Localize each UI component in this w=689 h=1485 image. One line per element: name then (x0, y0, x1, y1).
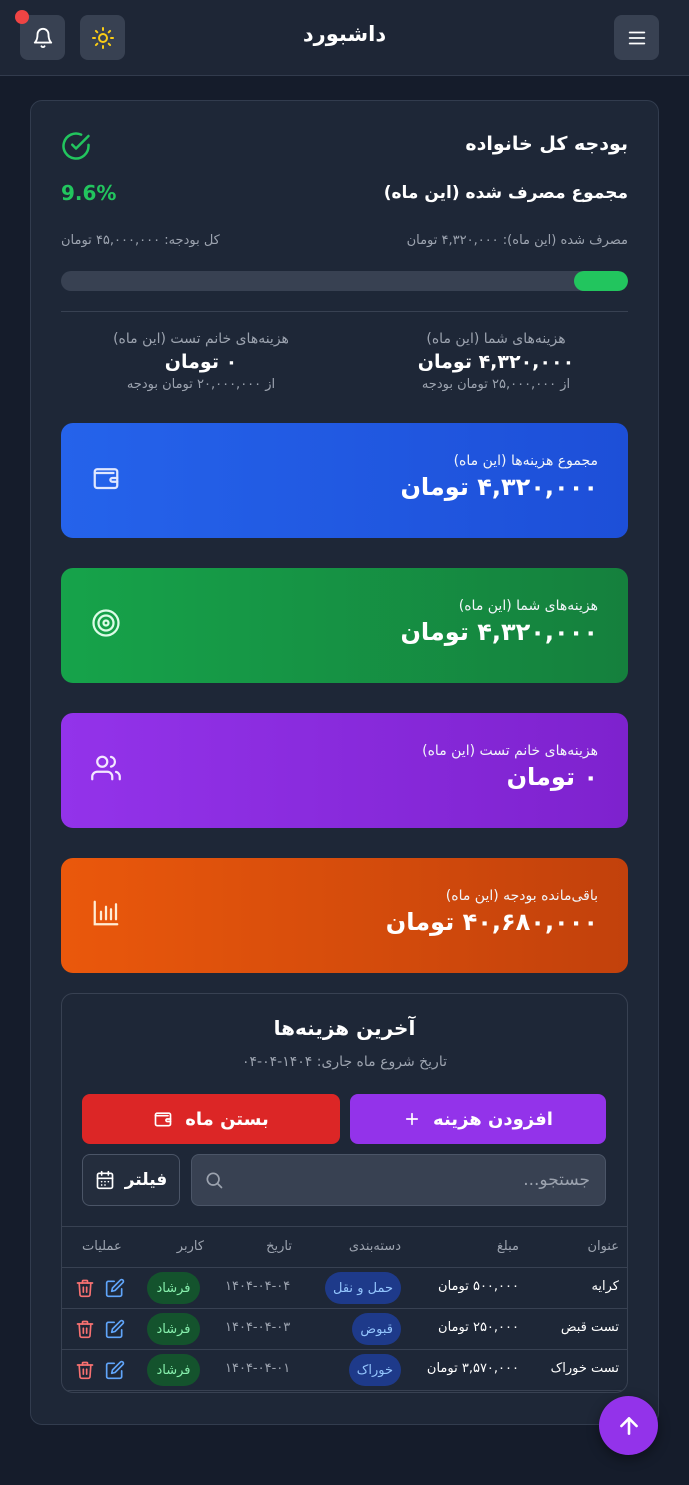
user-badge: فرشاد (147, 1272, 200, 1304)
target-icon (92, 609, 120, 637)
expense-date: ۱۴۰۴-۰۴-۰۳ (225, 1320, 291, 1335)
dashboard-panel: بودجه کل خانواده مجموع مصرف شده (این ماه… (30, 100, 659, 1425)
trash-icon[interactable] (75, 1319, 95, 1339)
plus-icon (405, 1112, 419, 1126)
expense-amount: ۳,۵۷۰,۰۰۰ تومان (426, 1361, 519, 1376)
theme-toggle-button[interactable] (80, 15, 125, 60)
column-header-amount: مبلغ (496, 1239, 519, 1254)
member-summary-you: هزینه‌های شما (این ماه) ۴,۳۲۰,۰۰۰ تومان … (366, 331, 626, 392)
recent-expenses-section: آخرین هزینه‌ها تاریخ شروع ماه جاری: ۱۴۰۴… (61, 993, 628, 1393)
edit-icon[interactable] (105, 1360, 125, 1380)
total-budget: کل بودجه: ۴۵,۰۰۰,۰۰۰ تومان (61, 233, 220, 248)
trash-icon[interactable] (75, 1278, 95, 1298)
table-row: تست قبض ۲۵۰,۰۰۰ تومان قبوض ۱۴۰۴-۰۴-۰۳ فر… (62, 1309, 627, 1350)
wallet-icon (154, 1112, 172, 1127)
user-badge: فرشاد (147, 1354, 200, 1386)
category-badge: قبوض (352, 1313, 401, 1345)
close-month-label: بستن ماه (185, 1108, 269, 1130)
member-budget: از ۲۵,۰۰۰,۰۰۰ تومان بودجه (421, 377, 571, 392)
trash-icon[interactable] (75, 1360, 95, 1380)
column-header-category: دسته‌بندی (348, 1239, 401, 1254)
close-month-button[interactable]: بستن ماه (82, 1094, 340, 1144)
scroll-to-top-button[interactable] (599, 1396, 658, 1455)
month-start-date: تاریخ شروع ماه جاری: ۱۴۰۴-۰۴-۰۴ (242, 1054, 447, 1070)
spent-title: مجموع مصرف شده (این ماه) (383, 183, 628, 203)
menu-icon (628, 31, 645, 44)
column-header-actions: عملیات (82, 1239, 122, 1254)
calendar-icon (96, 1170, 114, 1190)
sun-icon (91, 26, 114, 49)
budget-progress-bar (61, 271, 628, 291)
bell-icon (33, 27, 52, 48)
search-field[interactable] (191, 1154, 606, 1206)
card-value: ۴۰,۶۸۰,۰۰۰ تومان (385, 908, 598, 936)
bar-chart-icon (93, 900, 119, 926)
budget-progress-fill (573, 271, 628, 291)
column-header-user: کاربر (176, 1239, 204, 1254)
wallet-icon (93, 468, 119, 490)
member-summary-partner: هزینه‌های خانم تست (این ماه) ۰ تومان از … (61, 331, 341, 392)
budget-title: بودجه کل خانواده (465, 133, 628, 155)
expense-amount: ۲۵۰,۰۰۰ تومان (438, 1320, 519, 1335)
card-label: مجموع هزینه‌ها (این ماه) (453, 453, 598, 469)
table-row: تست خوراک ۳,۵۷۰,۰۰۰ تومان خوراک ۱۴۰۴-۰۴-… (62, 1350, 627, 1391)
card-value: ۴,۳۲۰,۰۰۰ تومان (400, 473, 598, 501)
notification-badge (15, 10, 29, 24)
filter-button[interactable]: فیلتر (82, 1154, 180, 1206)
add-expense-button[interactable]: افزودن هزینه (350, 1094, 606, 1144)
expense-title: کرایه (591, 1279, 619, 1294)
users-icon (91, 755, 121, 781)
table-row: کرایه ۵۰۰,۰۰۰ تومان حمل و نقل ۱۴۰۴-۰۴-۰۴… (62, 1268, 627, 1309)
member-budget: از ۲۰,۰۰۰,۰۰۰ تومان بودجه (126, 377, 276, 392)
filter-label: فیلتر (124, 1170, 168, 1190)
expense-amount: ۵۰۰,۰۰۰ تومان (438, 1279, 519, 1294)
expense-date: ۱۴۰۴-۰۴-۰۴ (225, 1279, 291, 1294)
top-bar: داشبورد (0, 0, 689, 76)
card-label: باقی‌مانده بودجه (این ماه) (445, 888, 598, 904)
stat-card-total: مجموع هزینه‌ها (این ماه) ۴,۳۲۰,۰۰۰ تومان (61, 423, 628, 538)
add-expense-label: افزودن هزینه (433, 1108, 553, 1130)
spent-percent: 9.6% (61, 181, 117, 205)
card-value: ۴,۳۲۰,۰۰۰ تومان (400, 618, 598, 646)
check-circle-icon (62, 132, 90, 160)
member-value: ۴,۳۲۰,۰۰۰ تومان (417, 351, 575, 373)
search-icon (206, 1172, 223, 1189)
expense-date: ۱۴۰۴-۰۴-۰۱ (225, 1361, 291, 1376)
card-value: ۰ تومان (506, 763, 598, 791)
stat-card-yours: هزینه‌های شما (این ماه) ۴,۳۲۰,۰۰۰ تومان (61, 568, 628, 683)
stat-card-remaining: باقی‌مانده بودجه (این ماه) ۴۰,۶۸۰,۰۰۰ تو… (61, 858, 628, 973)
table-header: عنوان مبلغ دسته‌بندی تاریخ کاربر عملیات (62, 1226, 627, 1268)
column-header-date: تاریخ (266, 1239, 292, 1254)
column-header-title: عنوان (587, 1239, 619, 1254)
expense-title: تست قبض (560, 1320, 619, 1335)
edit-icon[interactable] (105, 1319, 125, 1339)
card-label: هزینه‌های خانم تست (این ماه) (422, 743, 598, 759)
search-input[interactable] (232, 1155, 590, 1205)
arrow-up-icon (619, 1416, 638, 1435)
recent-title: آخرین هزینه‌ها (273, 1016, 416, 1040)
member-label: هزینه‌های شما (این ماه) (426, 331, 566, 347)
member-value: ۰ تومان (164, 351, 238, 373)
category-badge: حمل و نقل (325, 1272, 401, 1304)
user-badge: فرشاد (147, 1313, 200, 1345)
divider (61, 311, 628, 312)
spent-amount: مصرف شده (این ماه): ۴,۳۲۰,۰۰۰ تومان (406, 233, 628, 248)
expense-title: تست خوراک (550, 1361, 619, 1376)
category-badge: خوراک (348, 1354, 401, 1386)
stat-card-partner: هزینه‌های خانم تست (این ماه) ۰ تومان (61, 713, 628, 828)
card-label: هزینه‌های شما (این ماه) (458, 598, 598, 614)
menu-button[interactable] (614, 15, 659, 60)
member-label: هزینه‌های خانم تست (این ماه) (113, 331, 289, 347)
edit-icon[interactable] (105, 1278, 125, 1298)
